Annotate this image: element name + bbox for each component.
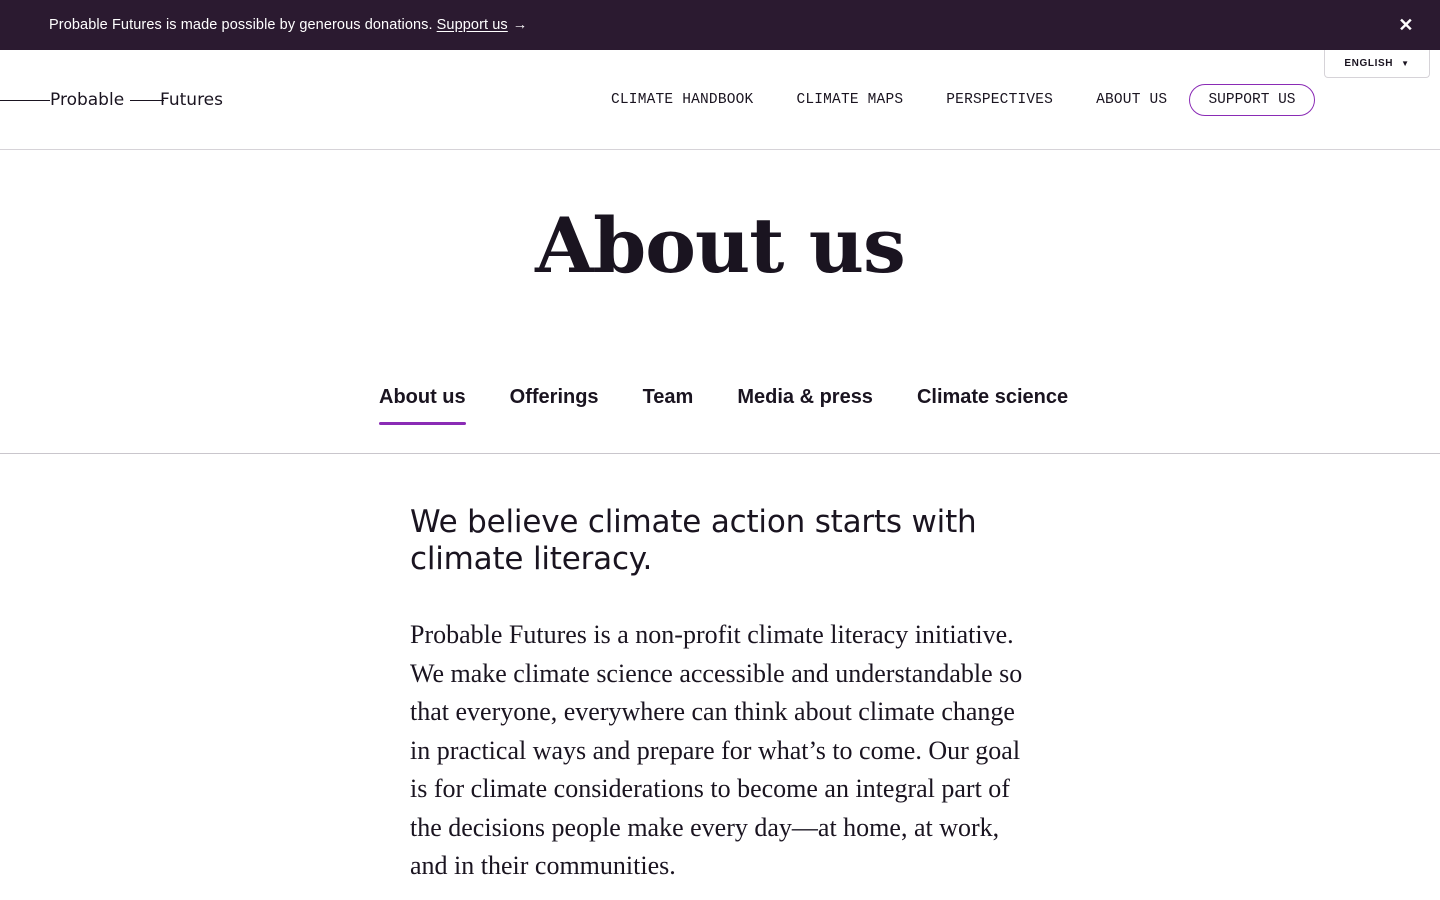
nav-about-us[interactable]: ABOUT US xyxy=(1096,92,1167,108)
language-label: ENGLISH xyxy=(1344,58,1394,69)
about-content: We believe climate action starts with cl… xyxy=(410,504,1040,886)
logo-line-decoration xyxy=(130,100,164,101)
close-icon[interactable]: ✕ xyxy=(1398,15,1414,35)
site-logo[interactable]: Probable Futures xyxy=(0,88,240,112)
tab-media-press[interactable]: Media & press xyxy=(737,370,873,425)
logo-word-futures: Futures xyxy=(160,90,223,110)
main-nav: CLIMATE HANDBOOK CLIMATE MAPS PERSPECTIV… xyxy=(611,50,1210,150)
chevron-down-icon: ▼ xyxy=(1401,59,1410,68)
logo-word-probable: Probable xyxy=(50,90,125,110)
nav-perspectives[interactable]: PERSPECTIVES xyxy=(946,92,1053,108)
nav-climate-handbook[interactable]: CLIMATE HANDBOOK xyxy=(611,92,753,108)
tab-team[interactable]: Team xyxy=(643,370,694,425)
language-selector[interactable]: ENGLISH ▼ xyxy=(1324,50,1430,78)
about-paragraph: Probable Futures is a non-profit climate… xyxy=(410,620,1023,880)
nav-climate-maps[interactable]: CLIMATE MAPS xyxy=(796,92,903,108)
page-title: About us xyxy=(535,201,906,290)
arrow-right-icon: → xyxy=(512,17,528,33)
tab-offerings[interactable]: Offerings xyxy=(510,370,599,425)
donation-banner: Probable Futures is made possible by gen… xyxy=(0,0,1440,50)
support-us-link[interactable]: Support us xyxy=(437,17,508,33)
support-us-button[interactable]: SUPPORT US xyxy=(1189,84,1315,116)
lede-heading: We believe climate action starts with cl… xyxy=(410,504,977,577)
banner-text: Probable Futures is made possible by gen… xyxy=(49,17,433,33)
section-tabs: About us Offerings Team Media & press Cl… xyxy=(0,370,1440,454)
tab-climate-science[interactable]: Climate science xyxy=(917,370,1068,425)
site-header: Probable Futures CLIMATE HANDBOOK CLIMAT… xyxy=(0,50,1440,150)
tab-about-us[interactable]: About us xyxy=(379,370,466,425)
logo-line-decoration xyxy=(0,100,50,101)
